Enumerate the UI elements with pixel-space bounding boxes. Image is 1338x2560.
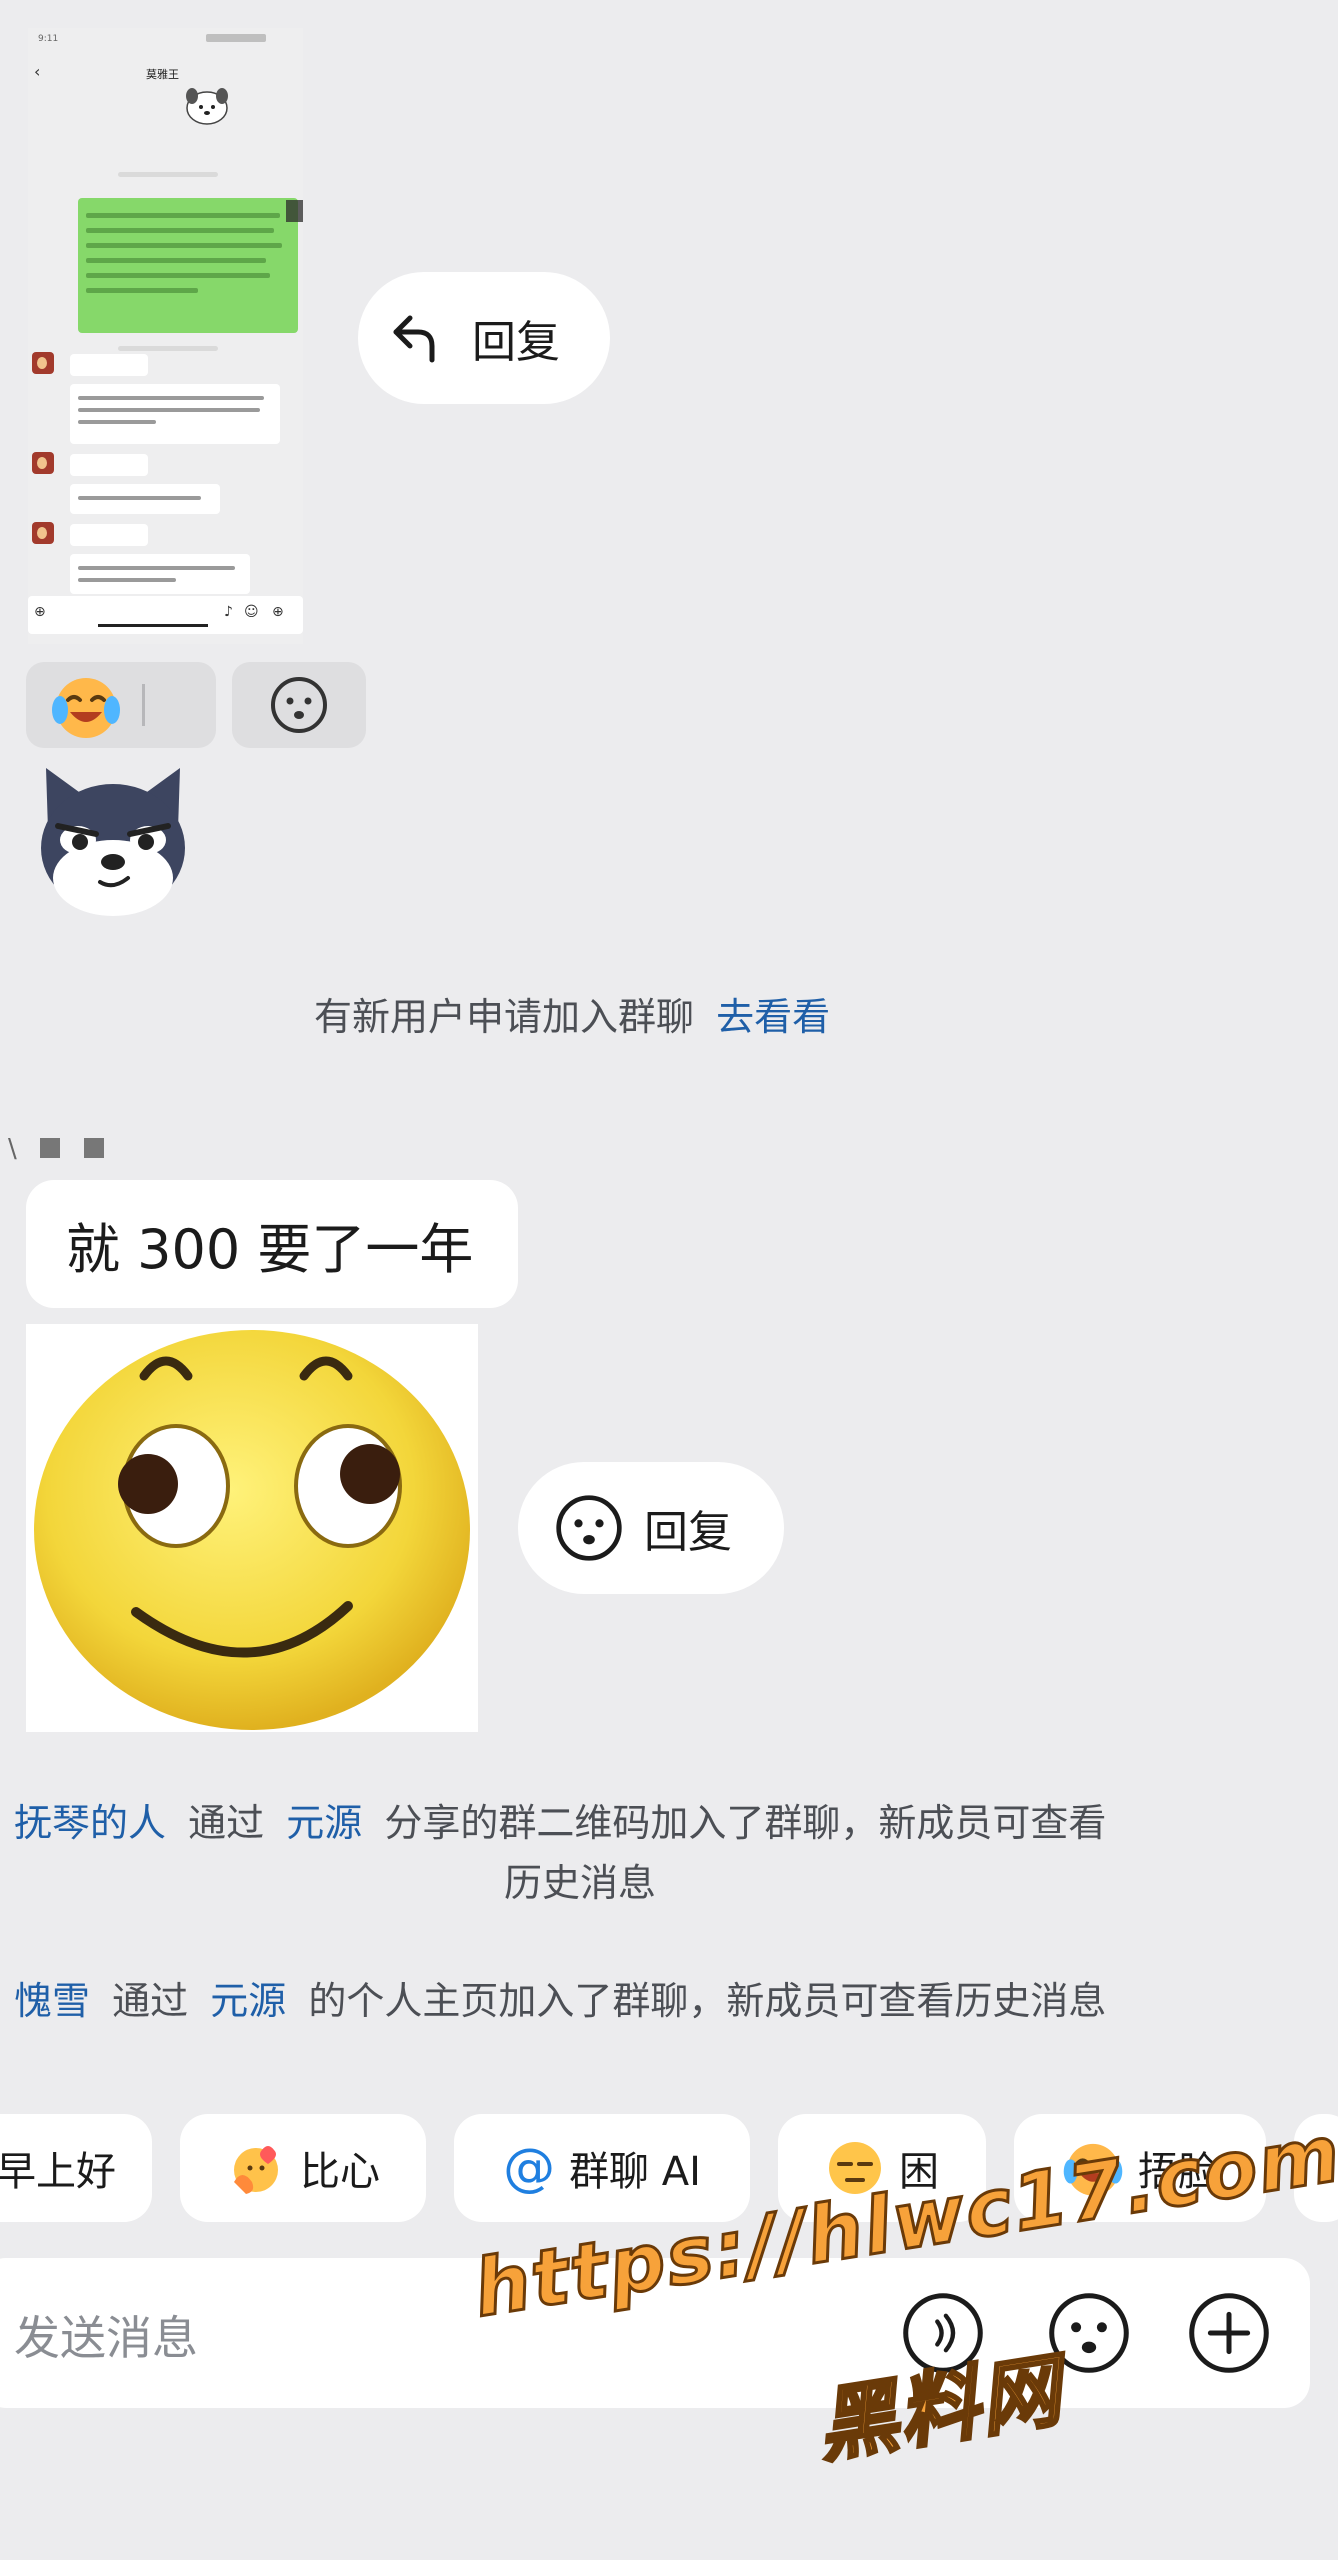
smiley-icon [556, 1495, 622, 1561]
join-text: 通过 [112, 1979, 189, 2023]
mic-icon: ♪ [224, 604, 233, 620]
join-event: 抚琴的人 通过 元源 分享的群二维码加入了群聊，新成员可查看 [14, 1792, 1106, 1847]
quick-reply-group-ai[interactable]: @ 群聊 AI [454, 2114, 750, 2222]
voice-message [70, 524, 148, 546]
plus-icon: ⊕ [272, 604, 284, 620]
text-message-bubble [70, 554, 250, 594]
message-text: 就 300 要了一年 [66, 1217, 474, 1281]
reply-arrow-icon [393, 315, 435, 363]
voice-message [70, 454, 148, 476]
join-event: 愧雪 通过 元源 的个人主页加入了群聊，新成员可查看历史消息 [14, 1970, 1106, 2025]
home-indicator [98, 624, 208, 627]
add-circle-icon: ⊕ [34, 604, 46, 620]
smiley-icon [271, 677, 327, 733]
smiley-sticker-icon [34, 1330, 470, 1730]
laugh-cry-icon [52, 678, 120, 738]
back-icon: ‹ [34, 62, 41, 81]
green-message-bubble [78, 198, 298, 333]
mosaic-avatar [286, 200, 303, 222]
heart-hands-icon [234, 2146, 278, 2194]
quick-reply-heart[interactable]: 比心 [180, 2114, 426, 2222]
text-message-bubble [70, 384, 280, 444]
chip-label: 群聊 AI [569, 2149, 701, 2195]
join-text: 的个人主页加入了群聊，新成员可查看历史消息 [308, 1979, 1107, 2023]
join-event-cont: 历史消息 [504, 1861, 657, 1905]
recent-emoji-button[interactable] [26, 662, 216, 748]
at-icon: @ [503, 2138, 556, 2198]
notice-text: 有新用户申请加入群聊 [314, 995, 695, 1039]
puppy-sticker-icon [186, 88, 228, 125]
message-input-placeholder[interactable]: 发送消息 [14, 2302, 198, 2368]
sender-name-glyph: \ [8, 1134, 17, 1164]
embedded-chat-screenshot: 9:11 ‹ 莫雅王 ⊕ ♪ ☺ ⊕ [28, 28, 303, 644]
chip-label: 比心 [300, 2149, 380, 2195]
avatar [32, 522, 54, 544]
reply-label: 回复 [644, 1507, 732, 1558]
emoji-icon[interactable] [1046, 2290, 1132, 2376]
inviter-name[interactable]: 元源 [210, 1979, 286, 2023]
message-bubble[interactable]: 就 300 要了一年 [26, 1180, 518, 1308]
reply-button[interactable]: 回复 [358, 272, 610, 404]
emoji-icon: ☺ [244, 604, 259, 620]
mini-input-bar: ⊕ ♪ ☺ ⊕ [28, 596, 303, 634]
text-cursor [142, 684, 145, 726]
husky-sticker-icon [41, 768, 185, 916]
member-name[interactable]: 抚琴的人 [14, 1801, 166, 1845]
timestamp-bar [118, 172, 218, 177]
join-text: 分享的群二维码加入了群聊，新成员可查看 [384, 1801, 1107, 1845]
go-see-link[interactable]: 去看看 [716, 995, 830, 1039]
plus-icon[interactable] [1186, 2290, 1272, 2376]
text-message-bubble [70, 484, 220, 514]
chip-label: 早上好 [0, 2149, 116, 2195]
status-time: 9:11 [38, 34, 59, 44]
chat-title: 莫雅王 [146, 68, 179, 81]
reply-button[interactable]: 回复 [518, 1462, 784, 1594]
emoji-toggle-button[interactable] [232, 662, 366, 748]
avatar [32, 352, 54, 374]
sender-name-mosaic [84, 1138, 104, 1158]
member-name[interactable]: 愧雪 [14, 1979, 90, 2023]
voice-message [70, 354, 148, 376]
sender-name-mosaic [40, 1138, 60, 1158]
smiley-sticker-image[interactable] [26, 1324, 478, 1732]
avatar [32, 452, 54, 474]
timestamp-bar [118, 346, 218, 351]
system-notice: 有新用户申请加入群聊 去看看 [314, 986, 830, 1041]
status-icons [206, 34, 266, 42]
join-text: 通过 [188, 1801, 265, 1845]
reply-label: 回复 [472, 317, 560, 368]
inviter-name[interactable]: 元源 [286, 1801, 362, 1845]
quick-reply-good-morning[interactable]: 早上好 [0, 2114, 152, 2222]
